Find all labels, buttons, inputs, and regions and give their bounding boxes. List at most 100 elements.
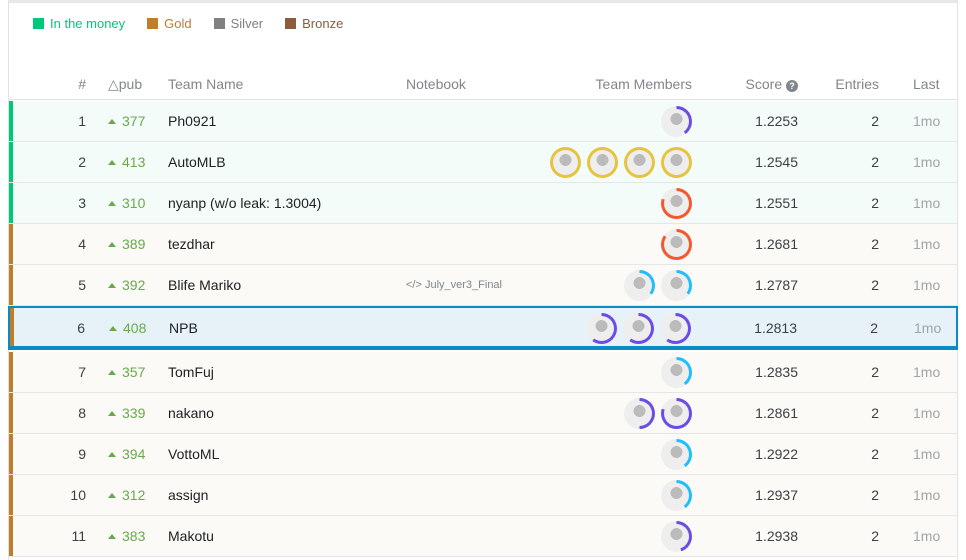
member-avatar[interactable]	[661, 229, 692, 260]
last-submission: 1mo	[913, 113, 941, 129]
rank: 1	[78, 113, 86, 129]
team-members	[624, 398, 692, 429]
table-row[interactable]: 5 392 Blife Mariko </> July_ver3_Final 1…	[9, 265, 957, 306]
member-avatar[interactable]	[624, 398, 655, 429]
last-submission: 1mo	[913, 405, 941, 421]
table-row[interactable]: 7 357 TomFuj 1.2835 2 1mo	[9, 352, 957, 393]
legend-swatch	[33, 18, 44, 29]
team-name[interactable]: tezdhar	[168, 236, 215, 252]
delta-pub: 394	[108, 446, 145, 462]
team-name[interactable]: Makotu	[168, 528, 214, 544]
table-row[interactable]: 11 383 Makotu 1.2938 2 1mo	[9, 516, 957, 557]
delta-value: 413	[122, 154, 146, 170]
tier-bar	[9, 101, 13, 141]
member-avatar[interactable]	[661, 270, 692, 301]
entries: 2	[871, 364, 879, 380]
delta-value: 377	[122, 113, 146, 129]
up-arrow-icon	[108, 160, 116, 165]
team-members	[586, 313, 691, 344]
team-members	[661, 106, 692, 137]
up-arrow-icon	[108, 283, 116, 288]
score: 1.2835	[755, 364, 798, 380]
delta-value: 394	[122, 446, 146, 462]
member-avatar[interactable]	[624, 270, 655, 301]
delta-pub: 377	[108, 113, 145, 129]
member-avatar[interactable]	[623, 313, 654, 344]
team-name[interactable]: AutoMLB	[168, 154, 226, 170]
score: 1.2937	[755, 487, 798, 503]
table-row[interactable]: 3 310 nyanp (w/o leak: 1.3004) 1.2551 2 …	[9, 183, 957, 224]
member-avatar[interactable]	[661, 106, 692, 137]
delta-pub: 383	[108, 528, 145, 544]
score: 1.2681	[755, 236, 798, 252]
score: 1.2545	[755, 154, 798, 170]
table-row[interactable]: 6 408 NPB 1.2813 2 1mo	[8, 306, 958, 350]
team-members	[661, 357, 692, 388]
team-name[interactable]: TomFuj	[168, 364, 214, 380]
team-members	[661, 229, 692, 260]
legend-item: Silver	[213, 16, 263, 31]
col-score[interactable]: Score ?	[746, 76, 798, 92]
member-avatar[interactable]	[661, 147, 692, 178]
member-avatar[interactable]	[587, 147, 618, 178]
rank: 2	[78, 154, 86, 170]
entries: 2	[871, 405, 879, 421]
delta-value: 392	[122, 277, 146, 293]
team-name[interactable]: NPB	[169, 320, 198, 336]
member-avatar[interactable]	[586, 313, 617, 344]
team-name[interactable]: nyanp (w/o leak: 1.3004)	[168, 195, 321, 211]
team-name[interactable]: nakano	[168, 405, 214, 421]
up-arrow-icon	[108, 201, 116, 206]
table-row[interactable]: 4 389 tezdhar 1.2681 2 1mo	[9, 224, 957, 265]
notebook-link[interactable]: </> July_ver3_Final	[406, 279, 502, 291]
team-members	[550, 147, 692, 178]
delta-pub: 413	[108, 154, 145, 170]
rank: 10	[70, 487, 86, 503]
member-avatar[interactable]	[661, 439, 692, 470]
entries: 2	[871, 277, 879, 293]
table-row[interactable]: 10 312 assign 1.2937 2 1mo	[9, 475, 957, 516]
score: 1.2253	[755, 113, 798, 129]
up-arrow-icon	[108, 119, 116, 124]
team-name[interactable]: VottoML	[168, 446, 219, 462]
team-name[interactable]: assign	[168, 487, 208, 503]
table-row[interactable]: 2 413 AutoMLB 1.2545 2 1mo	[9, 142, 957, 183]
help-icon[interactable]: ?	[786, 80, 798, 92]
tier-bar	[9, 183, 13, 223]
member-avatar[interactable]	[550, 147, 581, 178]
member-avatar[interactable]	[661, 398, 692, 429]
table-row[interactable]: 1 377 Ph0921 1.2253 2 1mo	[9, 101, 957, 142]
up-arrow-icon	[108, 534, 116, 539]
entries: 2	[871, 154, 879, 170]
up-arrow-icon	[108, 452, 116, 457]
entries: 2	[871, 236, 879, 252]
member-avatar[interactable]	[661, 188, 692, 219]
team-name[interactable]: Blife Mariko	[168, 277, 241, 293]
last-submission: 1mo	[913, 236, 941, 252]
delta-pub: 312	[108, 487, 145, 503]
member-avatar[interactable]	[624, 147, 655, 178]
legend: In the money Gold Silver Bronze	[33, 16, 343, 31]
table-row[interactable]: 8 339 nakano 1.2861 2 1mo	[9, 393, 957, 434]
score: 1.2551	[755, 195, 798, 211]
up-arrow-icon	[108, 411, 116, 416]
team-members	[661, 439, 692, 470]
up-arrow-icon	[108, 493, 116, 498]
rank: 8	[78, 405, 86, 421]
delta-value: 389	[122, 236, 146, 252]
rank: 5	[78, 277, 86, 293]
entries: 2	[871, 487, 879, 503]
last-submission: 1mo	[913, 154, 941, 170]
tier-bar	[9, 516, 13, 556]
legend-swatch	[285, 18, 297, 29]
member-avatar[interactable]	[661, 357, 692, 388]
member-avatar[interactable]	[660, 313, 691, 344]
delta-value: 339	[122, 405, 146, 421]
entries: 2	[871, 113, 879, 129]
team-name[interactable]: Ph0921	[168, 113, 216, 129]
tier-bar	[9, 475, 13, 515]
table-row[interactable]: 9 394 VottoML 1.2922 2 1mo	[9, 434, 957, 475]
last-submission: 1mo	[914, 320, 942, 336]
member-avatar[interactable]	[661, 521, 692, 552]
member-avatar[interactable]	[661, 480, 692, 511]
